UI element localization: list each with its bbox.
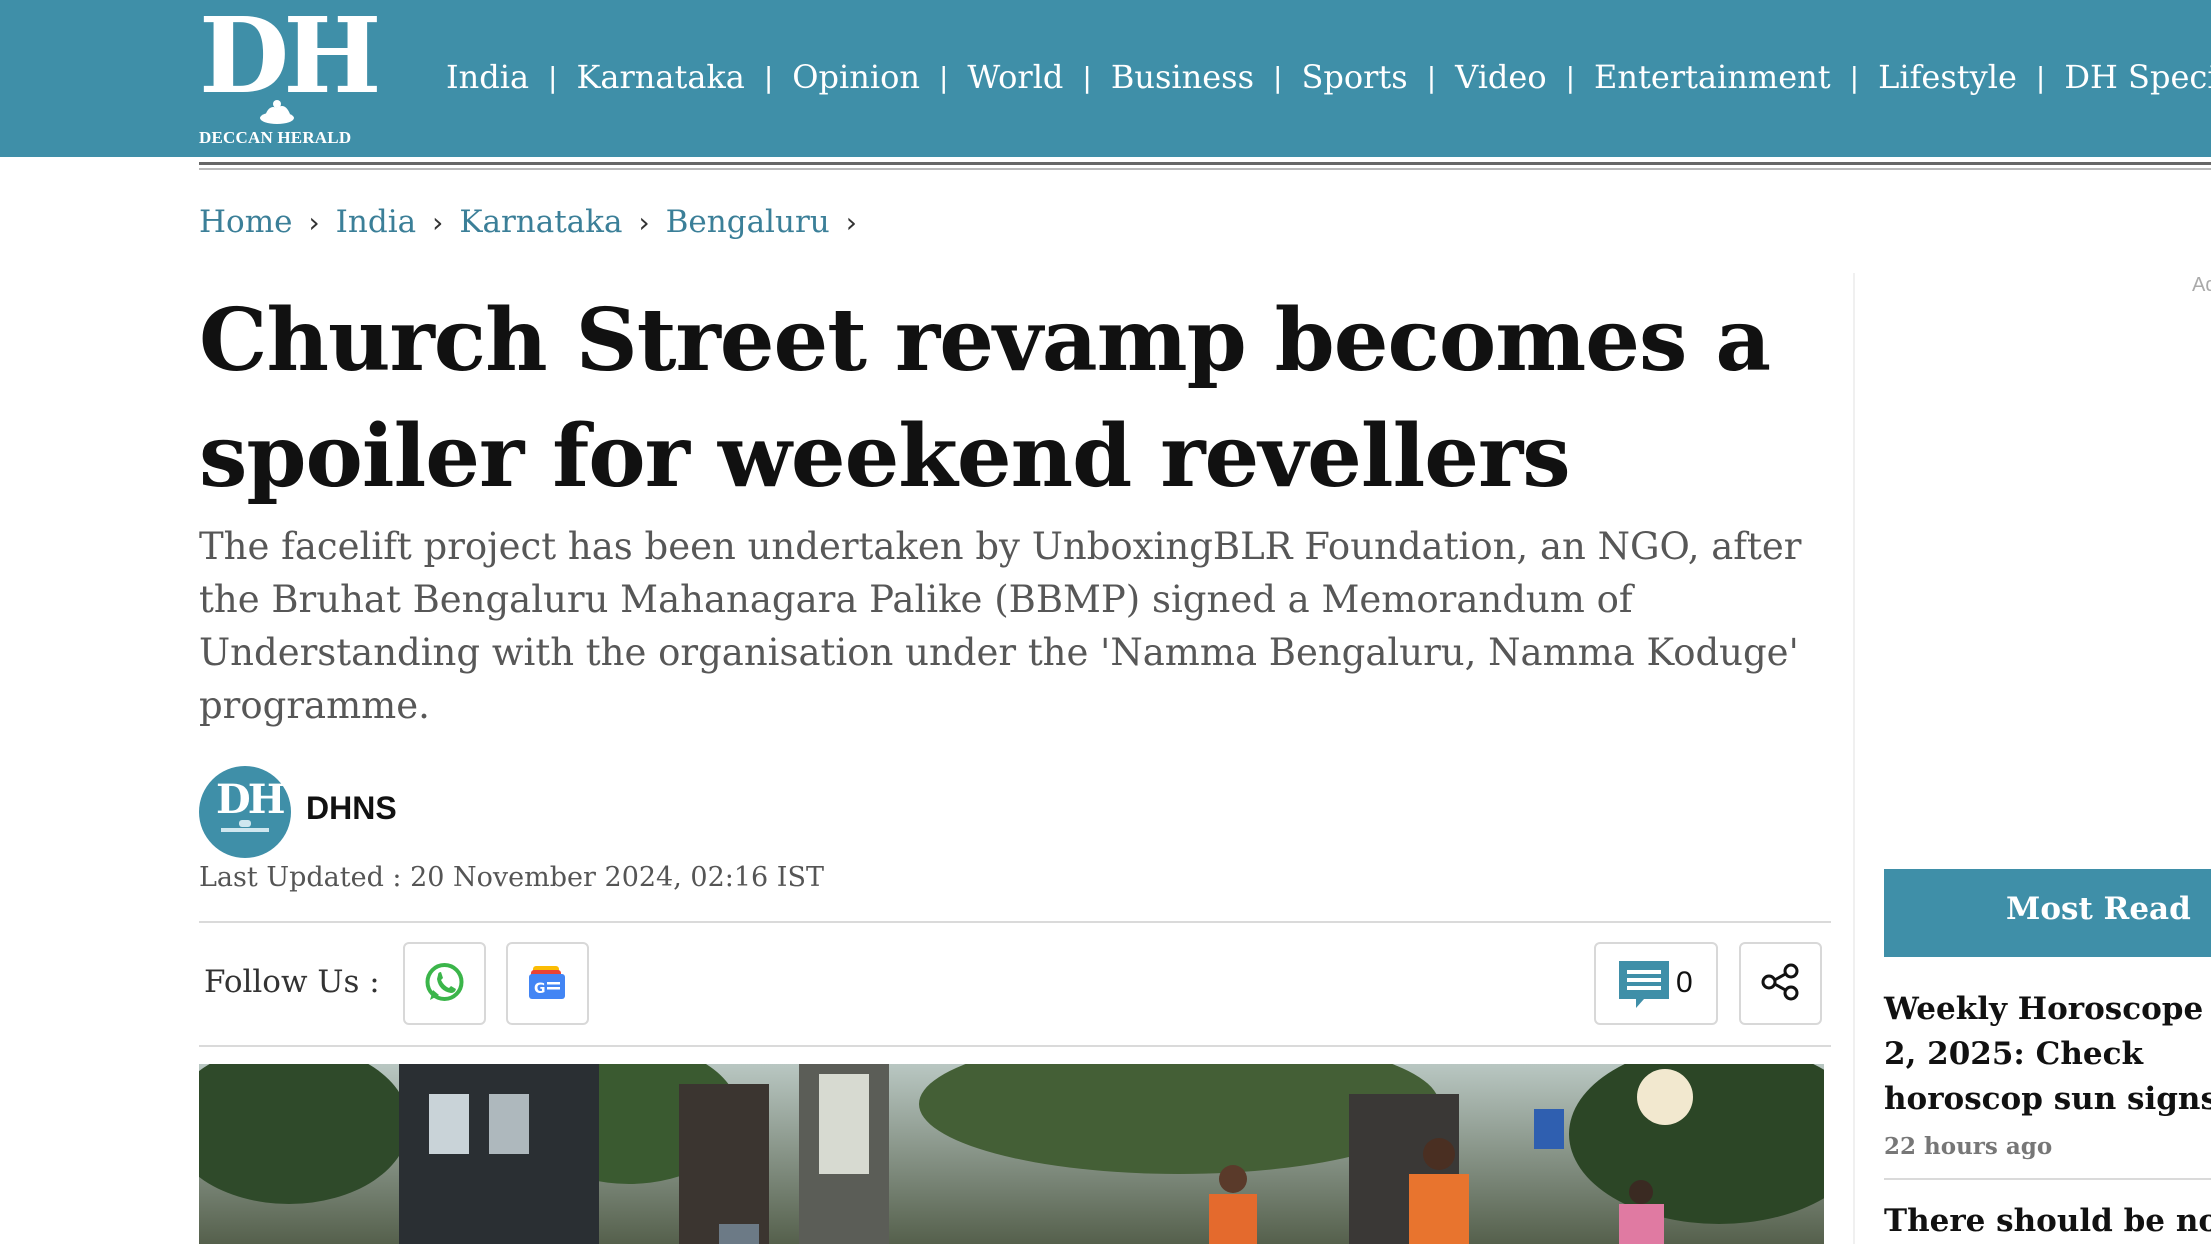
avatar-underline: [221, 828, 269, 832]
header-divider-thin: [199, 168, 2211, 170]
sidebar-divider: [1853, 273, 1855, 1244]
chevron-right-icon: ›: [845, 205, 857, 239]
comments-button[interactable]: 0: [1594, 942, 1718, 1025]
logo-emblem-icon: [260, 100, 294, 124]
breadcrumb: Home › India › Karnataka › Bengaluru ›: [199, 198, 873, 246]
avatar-emblem: [239, 820, 251, 827]
nav-separator: |: [1849, 60, 1860, 94]
nav-item-opinion[interactable]: Opinion: [792, 58, 920, 96]
breadcrumb-home[interactable]: Home: [199, 204, 292, 240]
nav-item-karnataka[interactable]: Karnataka: [576, 58, 744, 96]
most-read-divider: [1884, 1178, 2211, 1180]
article-hero-image: [199, 1064, 1824, 1244]
most-read-header: Most Read: [1884, 869, 2211, 957]
nav-separator: |: [938, 60, 949, 94]
nav-separator: |: [1273, 60, 1283, 94]
svg-text:G: G: [534, 981, 546, 997]
nav-separator: |: [2035, 60, 2046, 94]
header-divider: [199, 162, 2211, 165]
logo-name: DECCAN HERALD: [199, 128, 352, 147]
article-title: Church Street revamp becomes a spoiler f…: [199, 290, 1771, 507]
most-read-item-2[interactable]: There should be no ag: [1884, 1203, 2211, 1239]
nav-separator: |: [763, 60, 774, 94]
breadcrumb-karnataka[interactable]: Karnataka: [459, 204, 622, 240]
breadcrumb-india[interactable]: India: [336, 204, 416, 240]
follow-us-label: Follow Us :: [204, 964, 380, 1000]
site-logo[interactable]: DH DECCAN HERALD: [199, 4, 381, 148]
most-read-title: Most Read: [2006, 891, 2191, 927]
google-news-icon: G: [529, 966, 565, 999]
share-bar-divider-top: [199, 921, 1831, 923]
avatar-text: DH: [216, 776, 286, 823]
nav-item-business[interactable]: Business: [1111, 58, 1254, 96]
chevron-right-icon: ›: [432, 205, 444, 239]
most-read-item-1[interactable]: Weekly Horoscope – Ju 2, 2025: Check hor…: [1884, 987, 2211, 1122]
nav-item-india[interactable]: India: [446, 58, 529, 96]
nav-item-entertainment[interactable]: Entertainment: [1594, 58, 1831, 96]
chevron-right-icon: ›: [308, 205, 320, 239]
breadcrumb-bengaluru[interactable]: Bengaluru: [666, 204, 830, 240]
last-updated: Last Updated : 20 November 2024, 02:16 I…: [199, 862, 824, 893]
whatsapp-icon: [425, 963, 464, 1001]
nav-item-world[interactable]: World: [967, 58, 1063, 96]
most-read-item-1-time: 22 hours ago: [1884, 1133, 2053, 1160]
nav-item-lifestyle[interactable]: Lifestyle: [1878, 58, 2017, 96]
nav-separator: |: [548, 60, 558, 94]
site-header: DH DECCAN HERALD India | Karnataka | Opi…: [0, 0, 2211, 157]
ad-label: Ad: [2192, 274, 2211, 296]
whatsapp-button[interactable]: [403, 942, 486, 1025]
nav-item-video[interactable]: Video: [1455, 58, 1546, 96]
chevron-right-icon: ›: [638, 205, 650, 239]
main-nav: India | Karnataka | Opinion | World | Bu…: [446, 57, 2211, 97]
nav-separator: |: [1565, 60, 1576, 94]
comment-icon: [1619, 961, 1669, 1008]
nav-separator: |: [1082, 60, 1092, 94]
nav-item-sports[interactable]: Sports: [1301, 58, 1407, 96]
share-bar-divider-bottom: [199, 1045, 1831, 1047]
logo-wordmark: DH: [199, 0, 381, 117]
share-button[interactable]: [1739, 942, 1822, 1025]
google-news-button[interactable]: G: [506, 942, 589, 1025]
author-name[interactable]: DHNS: [306, 790, 397, 827]
comment-count: 0: [1676, 966, 1693, 999]
street-scene-image: [199, 1064, 1824, 1244]
article-summary: The facelift project has been undertaken…: [199, 525, 1802, 727]
nav-separator: |: [1426, 60, 1437, 94]
share-icon: [1761, 963, 1799, 1001]
nav-item-dh-specials[interactable]: DH Specials: [2064, 58, 2211, 96]
author-avatar[interactable]: DH: [199, 766, 291, 858]
